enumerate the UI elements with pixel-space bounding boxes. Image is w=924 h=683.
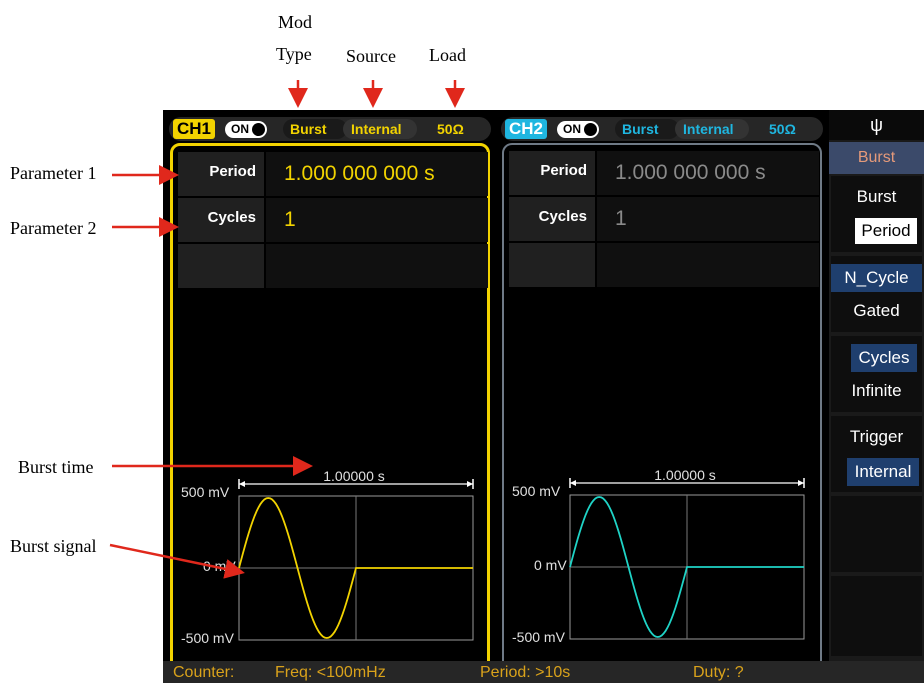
ch2-y-bot-label: -500 mV bbox=[512, 629, 565, 645]
ch2-header[interactable]: CH2 ON Burst Internal 50Ω bbox=[501, 117, 823, 141]
ch2-label: CH2 bbox=[505, 119, 548, 139]
ch1-load: 50Ω bbox=[437, 121, 464, 137]
ch1-output-toggle[interactable]: ON bbox=[225, 121, 267, 138]
device-screen: CH1 ON Burst Internal 50Ω CH2 ON Burst I… bbox=[163, 110, 924, 683]
ch1-param-row-cycles[interactable]: Cycles 1 bbox=[178, 198, 488, 242]
ch1-param-value[interactable]: 1.000 000 000 s bbox=[266, 152, 488, 196]
ch1-param-label: Period bbox=[178, 152, 264, 196]
ch1-param-label-empty bbox=[178, 244, 264, 288]
ch1-param-value-empty bbox=[266, 244, 488, 288]
ch2-y-top-label: 500 mV bbox=[512, 483, 561, 499]
softkey-option-selected[interactable]: Period bbox=[855, 218, 917, 244]
toggle-knob-icon bbox=[251, 122, 266, 137]
softkey-option[interactable]: Trigger bbox=[831, 424, 922, 450]
ch1-waveform-plot bbox=[238, 479, 474, 641]
ch1-y-bot-label: -500 mV bbox=[181, 630, 234, 646]
counter-freq: Freq: <100mHz bbox=[275, 664, 386, 681]
ch2-source: Internal bbox=[683, 121, 734, 137]
ch1-label: CH1 bbox=[173, 119, 216, 139]
annotation-burst-time: Burst time bbox=[18, 457, 94, 477]
annotation-parameter2: Parameter 2 bbox=[10, 218, 97, 238]
ch1-param-value[interactable]: 1 bbox=[266, 198, 488, 242]
annotation-mod-type-line1: Mod bbox=[278, 12, 313, 32]
softkey-menu: ψ Burst Burst Period N_Cycle Gated Cycle… bbox=[829, 110, 924, 683]
ch1-y-top-label: 500 mV bbox=[181, 484, 230, 500]
ch2-param-row-period[interactable]: Period 1.000 000 000 s bbox=[509, 151, 819, 195]
softkey-title: Burst bbox=[829, 142, 924, 174]
softkey-empty-5[interactable] bbox=[831, 496, 922, 572]
counter-period: Period: >10s bbox=[480, 664, 571, 681]
ch2-param-label: Period bbox=[509, 151, 595, 195]
ch2-param-row-empty bbox=[509, 243, 819, 287]
annotation-parameter1: Parameter 1 bbox=[10, 163, 97, 183]
ch2-param-value-empty bbox=[597, 243, 819, 287]
counter-label: Counter: bbox=[173, 664, 235, 681]
softkey-ncycle-gated[interactable]: N_Cycle Gated bbox=[831, 256, 922, 332]
ch2-y-mid-label: 0 mV bbox=[534, 557, 567, 573]
ch1-param-row-period[interactable]: Period 1.000 000 000 s bbox=[178, 152, 488, 196]
annotation-burst-signal: Burst signal bbox=[10, 536, 97, 556]
softkey-option-selected[interactable]: Internal bbox=[847, 458, 919, 486]
ch1-param-row-empty bbox=[178, 244, 488, 288]
softkey-empty-6[interactable] bbox=[831, 576, 922, 656]
annotation-mod-type-line2: Type bbox=[276, 44, 312, 64]
ch1-header[interactable]: CH1 ON Burst Internal 50Ω bbox=[169, 117, 491, 141]
ch2-param-label: Cycles bbox=[509, 197, 595, 241]
ch2-waveform-plot bbox=[569, 478, 805, 640]
ch1-param-label: Cycles bbox=[178, 198, 264, 242]
softkey-cycles-infinite[interactable]: Cycles Infinite bbox=[831, 336, 922, 412]
ch2-panel: Period 1.000 000 000 s Cycles 1 1.00000 … bbox=[502, 143, 822, 683]
ch1-panel: Period 1.000 000 000 s Cycles 1 1.00000 … bbox=[170, 143, 490, 683]
annotation-source: Source bbox=[346, 46, 396, 66]
ch1-toggle-label: ON bbox=[231, 122, 249, 136]
annotation-load: Load bbox=[429, 45, 466, 65]
ch2-toggle-label: ON bbox=[563, 122, 581, 136]
softkey-trigger-internal[interactable]: Trigger Internal bbox=[831, 416, 922, 492]
ch1-source: Internal bbox=[351, 121, 402, 137]
softkey-option[interactable]: Infinite bbox=[831, 378, 922, 404]
softkey-option[interactable]: Gated bbox=[831, 298, 922, 324]
ch2-param-value[interactable]: 1.000 000 000 s bbox=[597, 151, 819, 195]
ch2-param-label-empty bbox=[509, 243, 595, 287]
softkey-option[interactable]: Burst bbox=[831, 184, 922, 210]
ch2-mod-type: Burst bbox=[622, 121, 659, 137]
usb-icon: ψ bbox=[829, 110, 924, 140]
ch2-param-row-cycles[interactable]: Cycles 1 bbox=[509, 197, 819, 241]
ch2-load: 50Ω bbox=[769, 121, 796, 137]
softkey-option-selected[interactable]: N_Cycle bbox=[831, 264, 922, 292]
softkey-burst-period[interactable]: Burst Period bbox=[831, 176, 922, 252]
ch1-mod-type: Burst bbox=[290, 121, 327, 137]
counter-duty: Duty: ? bbox=[693, 664, 744, 681]
counter-status-bar: Counter: Freq: <100mHz Period: >10s Duty… bbox=[163, 661, 924, 683]
toggle-knob-icon bbox=[583, 122, 598, 137]
ch2-output-toggle[interactable]: ON bbox=[557, 121, 599, 138]
softkey-option-selected[interactable]: Cycles bbox=[851, 344, 917, 372]
ch2-param-value[interactable]: 1 bbox=[597, 197, 819, 241]
ch1-y-mid-label: 0 mV bbox=[203, 558, 236, 574]
